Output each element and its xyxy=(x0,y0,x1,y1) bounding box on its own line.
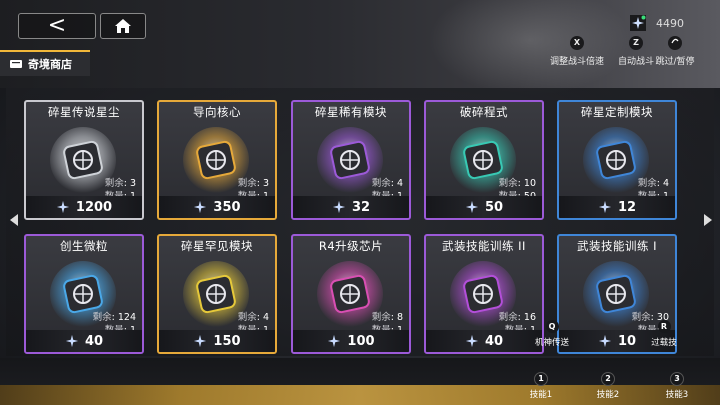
tab-mirage-shop[interactable]: 奇境商店 xyxy=(0,50,90,76)
item-name: 导向核心 xyxy=(193,105,241,119)
skill-3-label: 技能3 xyxy=(665,390,689,400)
skill-3-button[interactable]: 3 技能3 xyxy=(662,372,692,400)
item-price: 150 xyxy=(159,330,275,352)
hotkey-r-key: R xyxy=(657,320,671,333)
shop-item-card[interactable]: 碎星稀有模块剩余: 4数量: 132 xyxy=(291,100,411,220)
hotkey-r-label: 过载技 xyxy=(651,338,677,348)
star-currency-icon xyxy=(332,200,346,214)
item-price: 350 xyxy=(159,196,275,218)
hotkey-q-key: Q xyxy=(545,320,559,333)
mech-teleport-hotkey[interactable]: Q 机神传送 xyxy=(528,320,576,348)
overload-hotkey[interactable]: R 过载技 xyxy=(644,320,684,348)
star-currency-icon xyxy=(630,15,646,31)
star-currency-icon xyxy=(56,200,70,214)
star-currency-icon xyxy=(465,334,479,348)
scroll-right-icon[interactable] xyxy=(702,213,714,227)
item-price: 40 xyxy=(26,330,142,352)
star-currency-icon xyxy=(598,334,612,348)
item-name: R4升级芯片 xyxy=(318,239,384,253)
star-currency-icon xyxy=(598,200,612,214)
item-name: 碎星定制模块 xyxy=(581,105,653,119)
item-price: 1200 xyxy=(26,196,142,218)
skill-2-key: 2 xyxy=(601,372,615,386)
star-currency-icon xyxy=(65,334,79,348)
shop-item-card[interactable]: R4升级芯片剩余: 8数量: 1100 xyxy=(291,234,411,354)
battle-speed-hotkey[interactable]: X 调整战斗倍速 xyxy=(546,36,608,67)
shop-item-card[interactable]: 碎星定制模块剩余: 4数量: 112 xyxy=(557,100,677,220)
shop-icon xyxy=(10,60,22,68)
item-name: 碎星罕见模块 xyxy=(181,239,253,253)
skill-2-label: 技能2 xyxy=(596,390,620,400)
item-price: 32 xyxy=(293,196,409,218)
shop-item-card[interactable]: 创生微粒剩余: 124数量: 140 xyxy=(24,234,144,354)
shop-item-card[interactable]: 武装技能训练 II剩余: 16数量: 140 xyxy=(424,234,544,354)
skill-1-label: 技能1 xyxy=(529,390,553,400)
tab-label: 奇境商店 xyxy=(28,58,72,71)
hotkey-z-label: 自动战斗 xyxy=(617,57,654,67)
skip-pause-hotkey[interactable]: 跳过/暂停 xyxy=(652,36,698,67)
skill-2-button[interactable]: 2 技能2 xyxy=(593,372,623,400)
item-price: 50 xyxy=(426,196,542,218)
back-arrow-icon: < xyxy=(47,13,67,38)
currency-amount: 4490 xyxy=(656,16,684,30)
hotkey-q-label: 机神传送 xyxy=(534,338,569,348)
skill-1-button[interactable]: 1 技能1 xyxy=(526,372,556,400)
shop-item-card[interactable]: 导向核心剩余: 3数量: 1350 xyxy=(157,100,277,220)
shop-item-card[interactable]: 碎星传说星尘剩余: 3数量: 11200 xyxy=(24,100,144,220)
hotkey-x-key: X xyxy=(570,36,584,50)
hotkey-x-label: 调整战斗倍速 xyxy=(549,57,604,67)
star-currency-icon xyxy=(193,334,207,348)
shop-item-card[interactable]: 破碎程式剩余: 10数量: 5050 xyxy=(424,100,544,220)
skill-3-key: 3 xyxy=(670,372,684,386)
shop-item-card[interactable]: 碎星罕见模块剩余: 4数量: 1150 xyxy=(157,234,277,354)
item-price: 100 xyxy=(293,330,409,352)
hotkey-skip-label: 跳过/暂停 xyxy=(655,57,695,67)
star-currency-icon xyxy=(193,200,207,214)
skill-1-key: 1 xyxy=(534,372,548,386)
item-name: 破碎程式 xyxy=(460,105,508,119)
item-name: 武装技能训练 II xyxy=(442,239,526,253)
item-price: 40 xyxy=(426,330,542,352)
hotkey-skip-key xyxy=(668,36,682,50)
skip-icon xyxy=(671,38,679,44)
home-button[interactable] xyxy=(100,13,146,39)
item-name: 碎星传说星尘 xyxy=(48,105,120,119)
home-icon xyxy=(115,19,131,33)
scroll-left-icon[interactable] xyxy=(8,213,20,227)
item-name: 创生微粒 xyxy=(60,239,108,253)
item-name: 碎星稀有模块 xyxy=(315,105,387,119)
back-button[interactable]: < xyxy=(18,13,96,39)
hotkey-z-key: Z xyxy=(629,36,643,50)
star-currency-icon xyxy=(465,200,479,214)
star-currency-icon xyxy=(327,334,341,348)
item-name: 武装技能训练 I xyxy=(576,239,658,253)
currency-display: 4490 xyxy=(630,15,698,31)
item-price: 12 xyxy=(559,196,675,218)
